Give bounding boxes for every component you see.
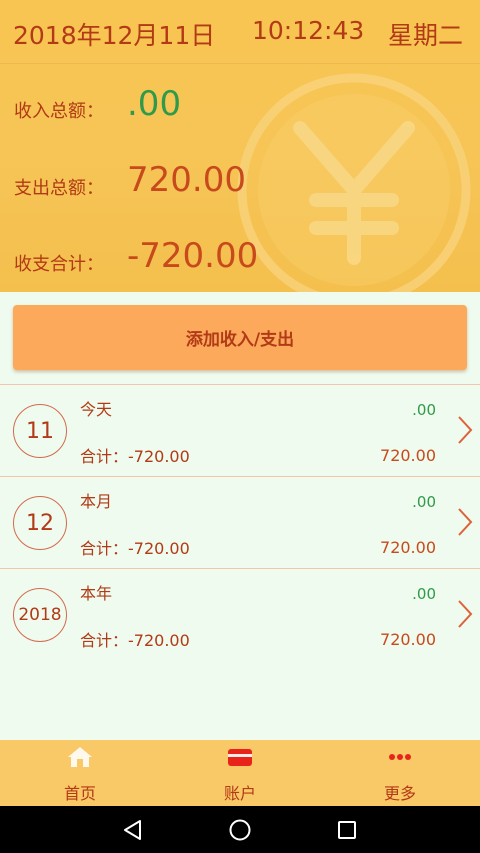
expense-total-label: 支出总额：: [14, 178, 104, 199]
period-total: 合计：-720.00: [80, 631, 190, 650]
period-income: .00: [412, 401, 436, 419]
summary-header: 2018年12月11日 10:12:43 星期二 收入总额： .00 支出总额：…: [0, 0, 480, 292]
net-total-label: 收支合计：: [14, 254, 104, 275]
chevron-right-icon: [458, 600, 473, 628]
chevron-right-icon: [458, 416, 473, 444]
net-total-value: -720.00: [127, 236, 259, 276]
period-label: 本月: [80, 492, 113, 511]
system-nav-bar: [0, 806, 480, 853]
nav-label: 首页: [63, 784, 96, 803]
period-label: 本年: [80, 584, 113, 603]
period-row-month[interactable]: 12 本月 合计：-720.00 .00 720.00: [0, 476, 480, 568]
nav-item-more[interactable]: 更多: [320, 740, 480, 806]
chevron-right-icon: [458, 508, 473, 536]
home-circle-icon[interactable]: [228, 818, 252, 842]
expense-total-value: 720.00: [127, 160, 246, 200]
period-row-year[interactable]: 2018 本年 合计：-720.00 .00 720.00: [0, 568, 480, 660]
date-badge: 2018: [13, 588, 67, 642]
period-total: 合计：-720.00: [80, 447, 190, 466]
recents-icon[interactable]: [335, 818, 359, 842]
nav-label: 账户: [223, 784, 256, 803]
current-date: 2018年12月11日: [13, 21, 216, 50]
home-icon: [68, 747, 92, 767]
back-icon[interactable]: [121, 818, 145, 842]
nav-item-account[interactable]: 账户: [160, 740, 320, 806]
add-income-expense-button[interactable]: 添加收入/支出: [13, 305, 467, 370]
income-total-label: 收入总额：: [14, 101, 104, 122]
period-expense: 720.00: [380, 446, 436, 465]
period-income: .00: [412, 493, 436, 511]
yuan-coin-watermark-icon: [237, 73, 471, 292]
wallet-icon: [228, 749, 252, 766]
period-row-today[interactable]: 11 今天 合计：-720.00 .00 720.00: [0, 384, 480, 476]
nav-label: 更多: [383, 784, 416, 803]
period-expense: 720.00: [380, 538, 436, 557]
income-total-value: .00: [127, 84, 182, 124]
bottom-nav: 首页 账户 更多: [0, 740, 480, 806]
date-badge: 11: [13, 404, 67, 458]
period-total: 合计：-720.00: [80, 539, 190, 558]
period-label: 今天: [80, 400, 113, 419]
date-badge: 12: [13, 496, 67, 550]
current-weekday: 星期二: [388, 21, 464, 50]
date-time-bar: 2018年12月11日 10:12:43 星期二: [0, 0, 480, 64]
nav-item-home[interactable]: 首页: [0, 740, 160, 806]
period-expense: 720.00: [380, 630, 436, 649]
more-icon: [389, 754, 411, 760]
period-income: .00: [412, 585, 436, 603]
current-time: 10:12:43: [252, 16, 365, 45]
